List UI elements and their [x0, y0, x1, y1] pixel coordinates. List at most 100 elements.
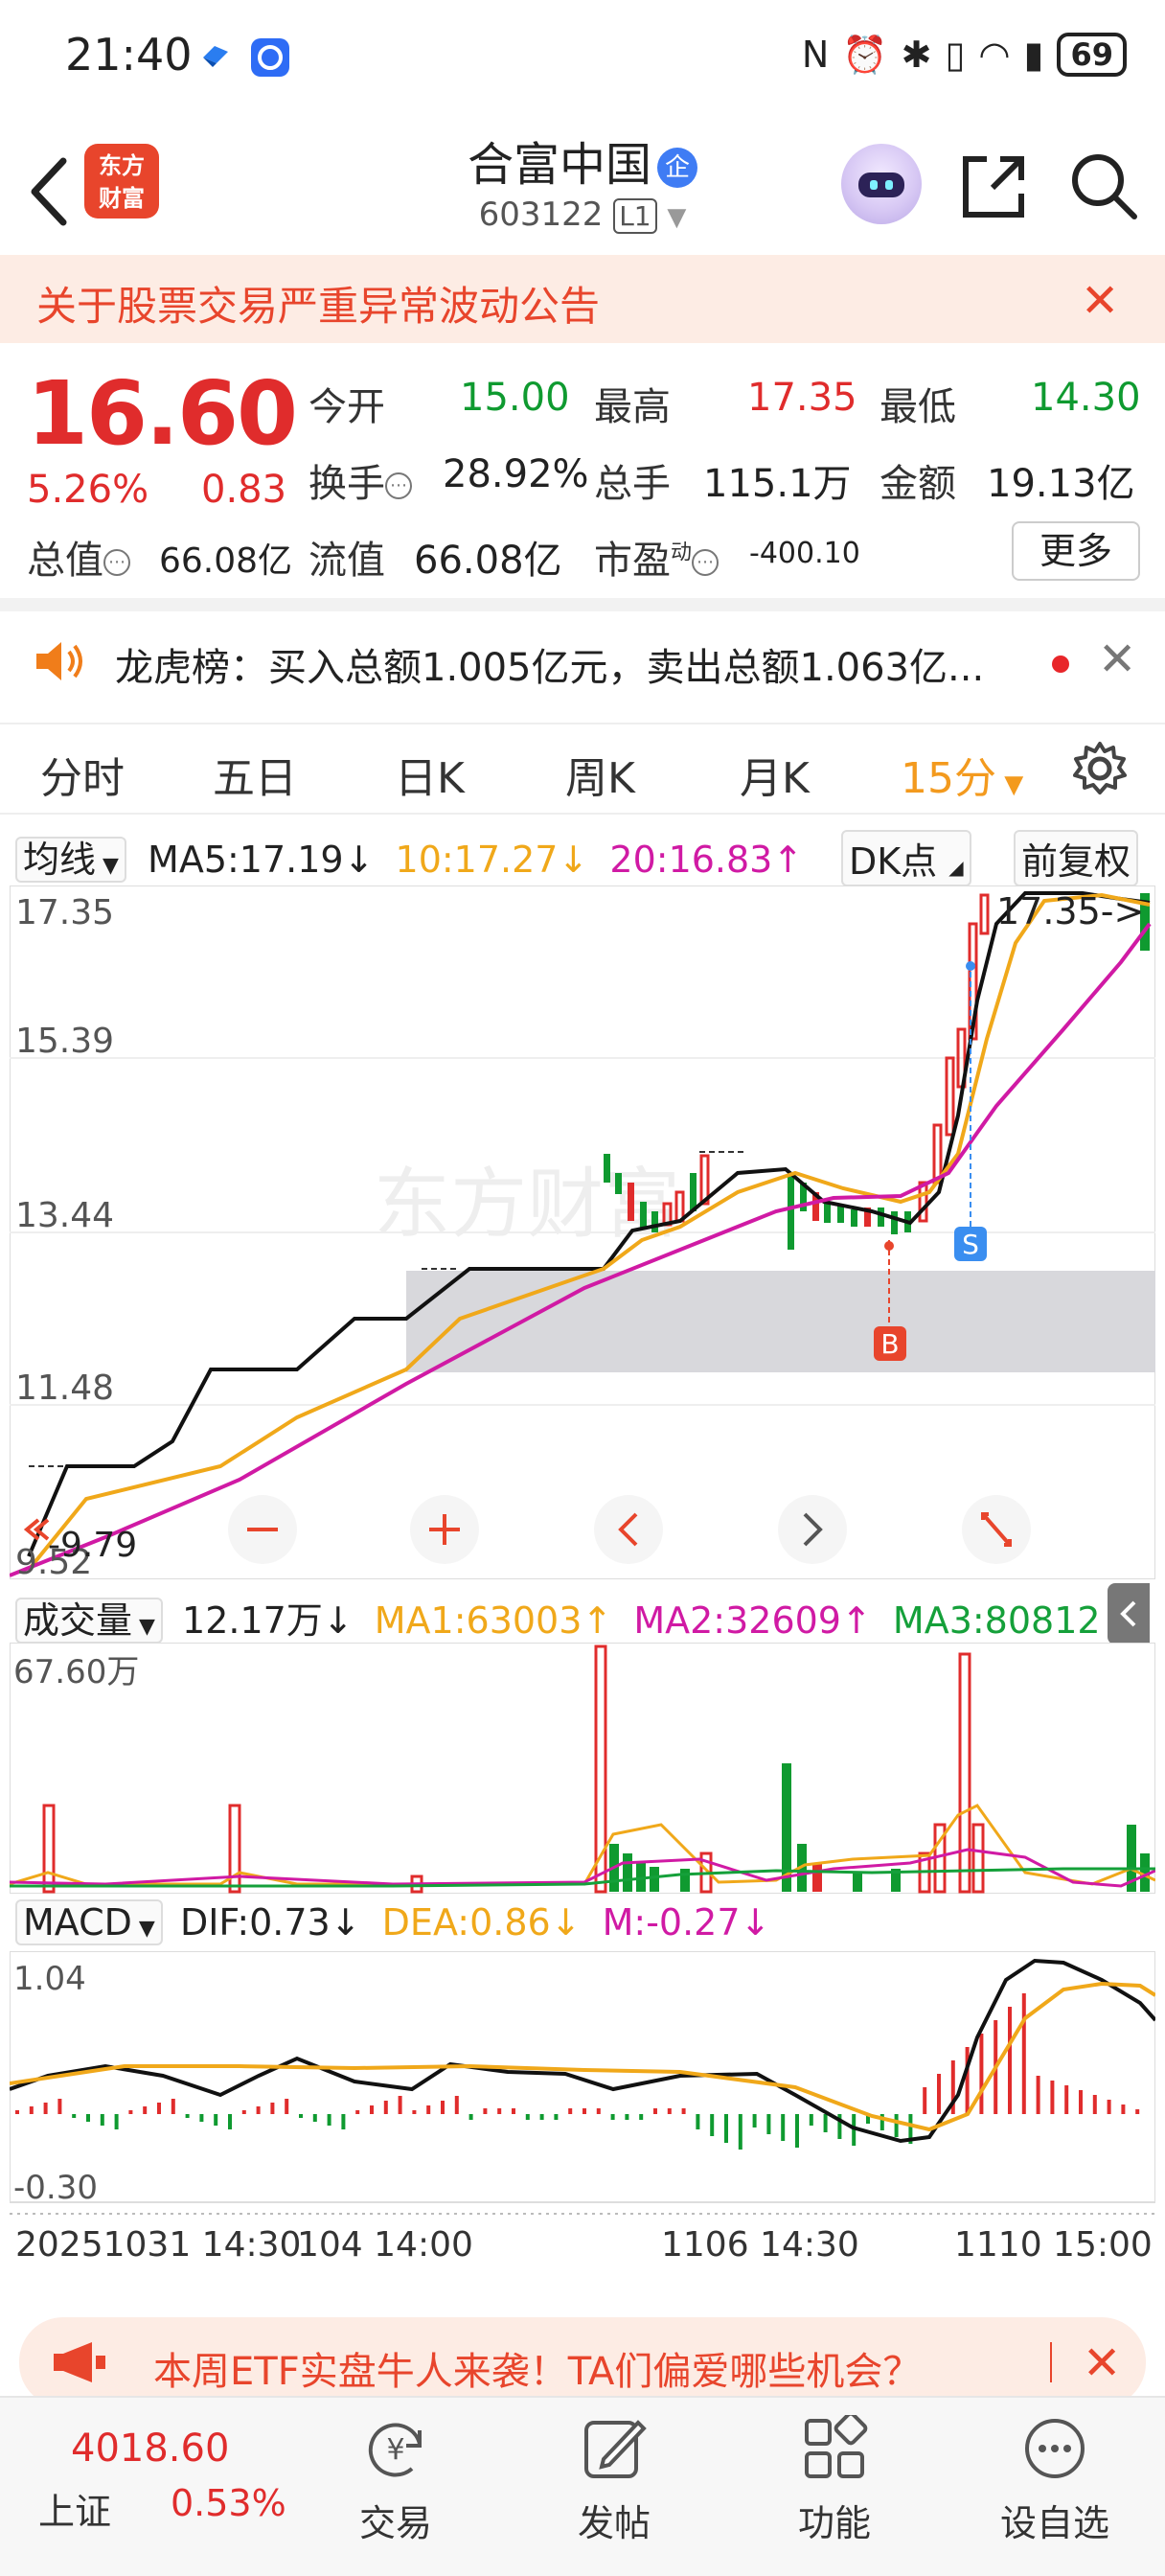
- robot-icon: [858, 172, 904, 197]
- close-icon[interactable]: ✕: [1083, 2336, 1121, 2390]
- macd-bar: [398, 2096, 402, 2114]
- tab-weekly-k[interactable]: 周K: [565, 744, 635, 805]
- tab-intraday[interactable]: 分时: [40, 744, 125, 805]
- macd-bar: [539, 2114, 544, 2120]
- promo-banner[interactable]: 本周ETF实盘牛人来袭！TA们偏爱哪些机会？ ✕: [19, 2317, 1146, 2407]
- macd-bar: [100, 2114, 104, 2126]
- bottom-navigation: 4018.60 上证 0.53% ¥ 交易 发帖 功能 设自选: [0, 2396, 1165, 2576]
- fullscreen-button[interactable]: [962, 1495, 1031, 1564]
- macd-bar: [610, 2114, 615, 2120]
- pe-label[interactable]: 市盈动 ⋯: [594, 529, 720, 585]
- macd-bar: [128, 2110, 133, 2114]
- macd-chart[interactable]: 1.04 -0.30 20251031 14:30 104 14:00 1106…: [10, 1951, 1155, 2296]
- float-label: 流值: [308, 539, 385, 583]
- mktcap-label[interactable]: 总值 ⋯: [27, 529, 130, 585]
- macd-bar: [426, 2105, 431, 2114]
- scroll-left-button[interactable]: [594, 1495, 663, 1564]
- yuan-exchange-icon: ¥: [368, 2423, 422, 2477]
- kline-chart[interactable]: 东方财富 17.35 15.39 13.44 11.48 9.52 17.35-…: [10, 886, 1155, 1579]
- close-icon[interactable]: ✕: [1098, 632, 1136, 686]
- dragon-tiger-bar[interactable]: 龙虎榜：买入总额1.005亿元，卖出总额1.063亿... ✕: [0, 613, 1165, 709]
- more-button[interactable]: 更多: [1012, 521, 1140, 581]
- macd-bar: [1064, 2085, 1069, 2114]
- nav-post[interactable]: 发帖: [552, 2415, 676, 2546]
- caret-down-icon: ▼: [132, 1615, 155, 1639]
- vol-ma3: MA3:80812↑: [892, 1599, 1131, 1642]
- volume-axis-label: 67.60万: [13, 1653, 139, 1691]
- index-value[interactable]: 4018.60: [71, 2426, 229, 2471]
- change-amount: 0.83: [201, 468, 287, 512]
- gear-icon: [1073, 742, 1127, 794]
- zoom-out-button[interactable]: [228, 1495, 297, 1564]
- promo-text[interactable]: 本周ETF实盘牛人来袭！TA们偏爱哪些机会？: [153, 2340, 921, 2396]
- high-value: 17.35: [747, 376, 857, 420]
- volume-selector[interactable]: 成交量 ▼: [15, 1598, 163, 1644]
- ma-selector[interactable]: 均线 ▼: [15, 837, 126, 883]
- zoom-in-button[interactable]: [410, 1495, 479, 1564]
- macd-bar: [667, 2108, 672, 2114]
- macd-selector[interactable]: MACD ▼: [15, 1899, 163, 1945]
- nfc-icon: N: [801, 34, 830, 76]
- macd-bar: [214, 2114, 218, 2126]
- ma-indicator-row: 均线 ▼ MA5:17.19↓ 10:17.27↓ 20:16.83↑: [15, 830, 803, 883]
- high-price-tag: 17.35->: [996, 890, 1144, 932]
- unread-dot: [1052, 656, 1069, 673]
- macd-bar: [370, 2105, 374, 2114]
- macd-bar: [185, 2114, 190, 2118]
- announcement-text[interactable]: 关于股票交易严重异常波动公告: [36, 274, 600, 333]
- ma20-value: 20:16.83↑: [609, 839, 804, 881]
- macd-bar: [86, 2114, 90, 2122]
- volume-chart[interactable]: 67.60万: [10, 1643, 1155, 1894]
- app-notification-icon: [251, 38, 289, 77]
- open-value: 15.00: [460, 376, 570, 420]
- tab-15min[interactable]: 15分 ▼: [901, 744, 1023, 805]
- enterprise-badge-icon: 企: [657, 148, 697, 188]
- macd-bar: [468, 2114, 473, 2120]
- macd-bar: [1050, 2081, 1055, 2114]
- nav-functions[interactable]: 功能: [772, 2411, 897, 2546]
- volume-selector-label: 成交量: [23, 1599, 133, 1642]
- open-label: 今开: [308, 385, 385, 429]
- stock-code: 603122: [478, 196, 604, 234]
- time-axis-label: 1106 14:30: [661, 2225, 859, 2265]
- tab-monthly-k[interactable]: 月K: [740, 744, 810, 805]
- turnover-label[interactable]: 换手 ⋯: [308, 452, 412, 508]
- macd-bar: [625, 2114, 629, 2120]
- index-change[interactable]: 0.53%: [171, 2482, 286, 2524]
- macd-bar: [710, 2114, 715, 2136]
- macd-bar: [738, 2114, 742, 2150]
- index-name[interactable]: 上证: [38, 2482, 111, 2535]
- status-time: 21:40: [65, 29, 193, 80]
- macd-bar: [937, 2074, 941, 2114]
- system-icons: N ⏰ ✱ ▯ ◠ ▮ 69: [802, 33, 1127, 77]
- level-badge: L1: [613, 198, 657, 234]
- high-label: 最高: [594, 385, 671, 429]
- macd-bar: [1021, 1993, 1026, 2114]
- ai-assistant-button[interactable]: [841, 144, 922, 224]
- macd-axis-max: 1.04: [13, 1960, 86, 1998]
- scroll-right-button[interactable]: [778, 1495, 847, 1564]
- low-value: 14.30: [1031, 376, 1141, 420]
- dragon-tiger-text[interactable]: 龙虎榜：买入总额1.005亿元，卖出总额1.063亿...: [115, 636, 984, 692]
- tab-daily-k[interactable]: 日K: [395, 744, 465, 805]
- settings-button[interactable]: [1071, 740, 1129, 801]
- battery-icon: 69: [1057, 33, 1127, 77]
- macd-bar: [355, 2110, 360, 2114]
- macd-bar: [114, 2114, 119, 2129]
- app-notification-icon: [201, 42, 230, 67]
- share-button[interactable]: [958, 150, 1031, 222]
- close-icon[interactable]: ✕: [1081, 274, 1119, 328]
- alarm-icon: ⏰: [842, 33, 888, 76]
- adjust-selector[interactable]: 前复权: [1014, 830, 1139, 886]
- announcement-bar[interactable]: 关于股票交易严重异常波动公告 ✕: [0, 255, 1165, 343]
- collapse-panel-button[interactable]: [1108, 1583, 1150, 1644]
- macd-bar: [72, 2114, 77, 2118]
- nav-add-watchlist[interactable]: 设自选: [993, 2415, 1117, 2546]
- search-button[interactable]: [1067, 150, 1140, 222]
- tab-5day[interactable]: 五日: [213, 744, 297, 805]
- macd-bar: [823, 2114, 828, 2132]
- macd-bar: [256, 2106, 261, 2114]
- dk-point-toggle[interactable]: DK点 ◢: [841, 830, 971, 886]
- macd-bar: [1092, 2095, 1097, 2114]
- nav-trade[interactable]: ¥ 交易: [333, 2415, 458, 2546]
